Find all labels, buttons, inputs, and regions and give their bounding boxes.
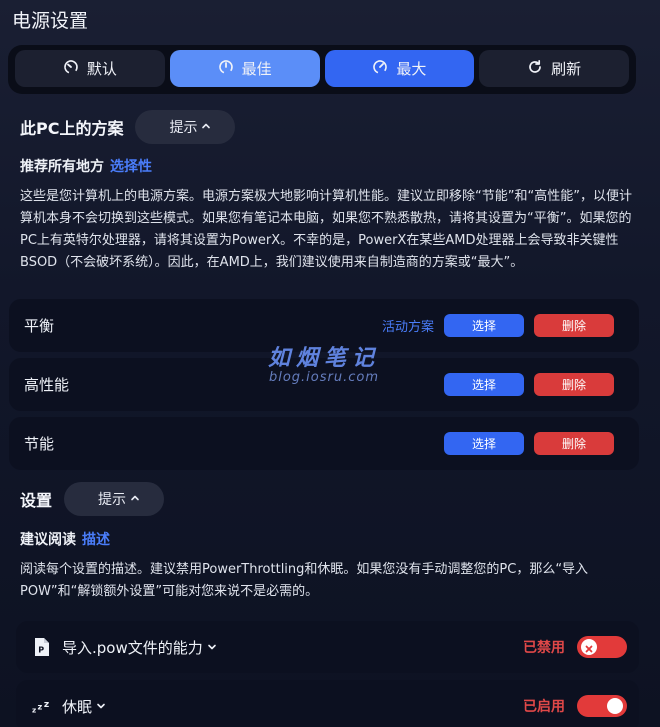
plan-row-power-saver: 节能 选择 删除 [9,417,639,470]
setting-toggle[interactable] [577,636,627,658]
toggle-knob [581,639,597,655]
hint-label: 提示 [169,120,198,136]
plan-row-high-performance: 高性能 选择 删除 [9,358,639,411]
settings-sub-heading: 建议阅读 描述 [20,529,110,549]
setting-label[interactable]: 导入.pow文件的能力 [62,637,523,658]
setting-state-label: 已启用 [523,699,565,715]
gauge-mid-icon [218,59,234,79]
mode-label: 刷新 [551,60,582,78]
setting-label[interactable]: 休眠 [62,696,523,717]
svg-text:z: z [32,705,36,714]
setting-row-hibernate: zzz 休眠 已启用 [16,680,639,727]
svg-text:P: P [38,646,44,655]
sub-heading-text: 建议阅读 [20,532,76,548]
delete-plan-button[interactable]: 删除 [534,373,614,396]
hint-label: 提示 [98,492,127,508]
select-plan-button[interactable]: 选择 [444,432,524,455]
delete-plan-button[interactable]: 删除 [534,432,614,455]
sub-heading-accent: 描述 [82,532,110,548]
plans-section-header: 此PC上的方案 提示 [20,110,236,144]
plan-row-balanced: 平衡 活动方案 选择 删除 [9,299,639,352]
sub-heading-text: 推荐所有地方 [20,159,104,175]
plans-hint-button[interactable]: 提示 [135,110,236,144]
mode-button-optimal[interactable]: 最佳 [169,50,320,87]
setting-state-label: 已禁用 [523,640,565,656]
delete-plan-button[interactable]: 删除 [534,314,614,337]
sleep-zzz-icon: zzz [32,696,52,716]
plan-name: 节能 [24,435,55,453]
setting-label-text: 导入.pow文件的能力 [62,638,203,657]
chevron-down-icon [207,638,217,656]
svg-text:z: z [44,700,49,710]
svg-text:z: z [37,702,42,712]
settings-hint-button[interactable]: 提示 [64,482,165,516]
select-plan-button[interactable]: 选择 [444,373,524,396]
setting-row-import-pow: P 导入.pow文件的能力 已禁用 [16,621,639,673]
mode-button-maximum[interactable]: 最大 [324,50,475,87]
power-mode-bar: 默认 最佳 最大 刷新 [8,45,636,94]
gauge-high-icon [372,59,388,79]
settings-section-header: 设置 提示 [20,482,165,516]
settings-section-title: 设置 [20,491,53,510]
gauge-low-icon [63,59,79,79]
plans-section-title: 此PC上的方案 [20,119,124,138]
active-plan-label: 活动方案 [381,320,434,335]
chevron-up-icon [201,119,211,135]
mode-button-default[interactable]: 默认 [15,50,165,87]
sub-heading-accent: 选择性 [110,159,152,175]
pow-file-icon: P [32,637,52,657]
setting-toggle[interactable] [577,695,627,717]
mode-label: 默认 [86,60,117,78]
mode-label: 最大 [396,60,427,78]
chevron-down-icon [96,697,106,715]
refresh-icon [527,59,543,79]
mode-button-refresh[interactable]: 刷新 [479,50,629,87]
plans-sub-heading: 推荐所有地方 选择性 [20,156,152,176]
close-icon [585,638,593,657]
plan-name: 平衡 [24,317,55,335]
settings-description: 阅读每个设置的描述。建议禁用PowerThrottling和休眠。如果您没有手动… [20,562,589,599]
plans-description: 这些是您计算机上的电源方案。电源方案极大地影响计算机性能。建议立即移除“节能”和… [20,189,632,270]
mode-label: 最佳 [241,60,272,78]
select-plan-button[interactable]: 选择 [444,314,524,337]
plan-name: 高性能 [24,376,70,394]
page-title: 电源设置 [12,10,89,32]
setting-label-text: 休眠 [62,697,93,716]
chevron-up-icon [130,491,140,507]
toggle-knob [607,698,623,714]
